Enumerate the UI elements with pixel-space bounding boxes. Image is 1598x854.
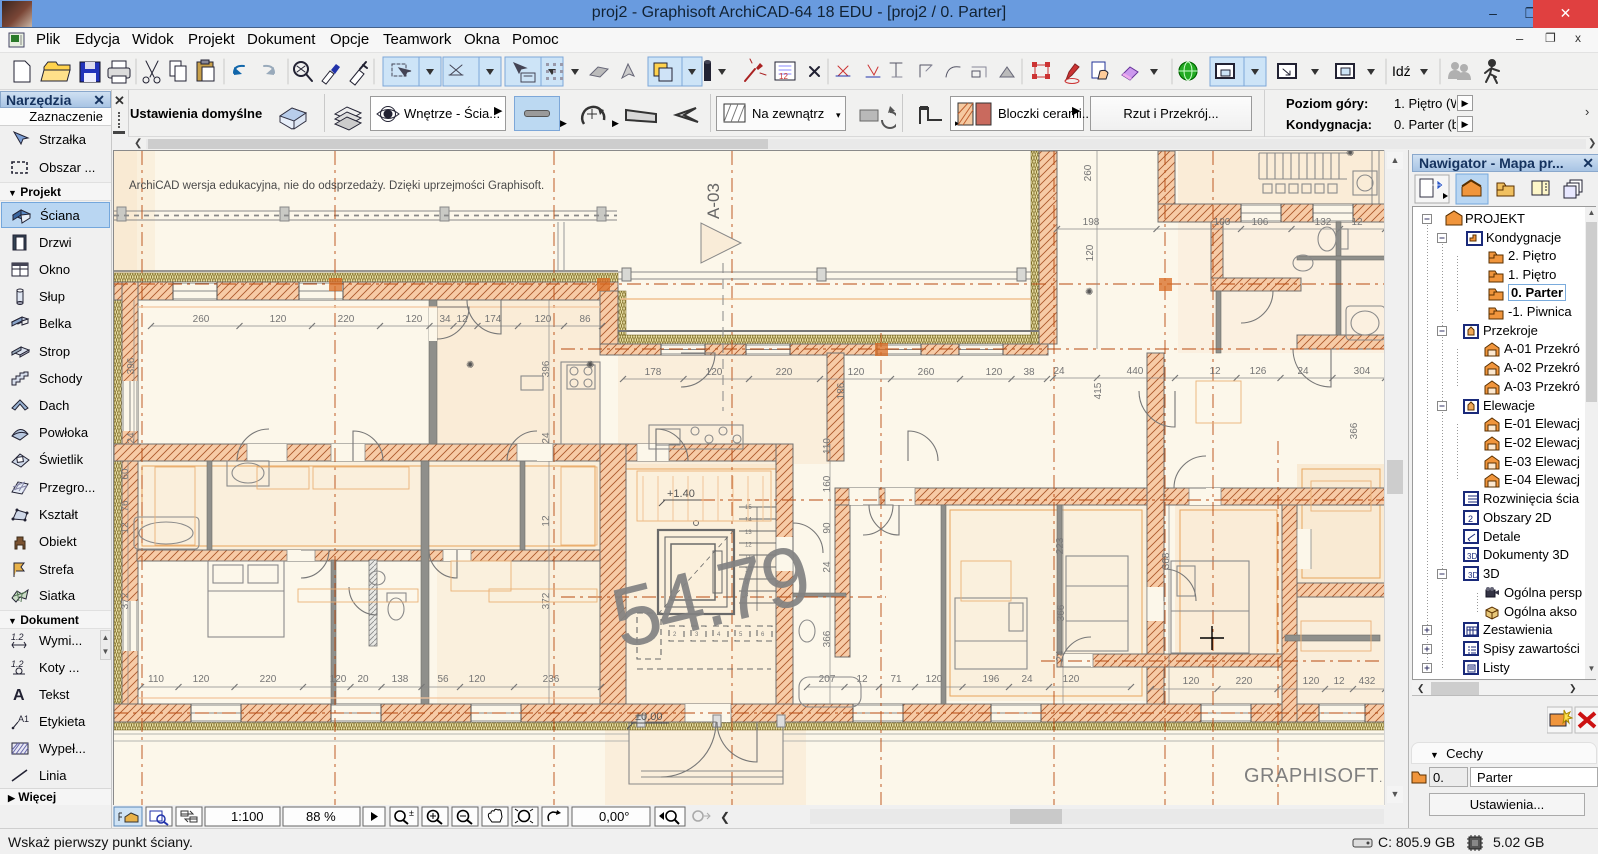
svg-text:260: 260: [193, 314, 210, 325]
svg-text:120: 120: [270, 314, 287, 325]
svg-text:24: 24: [541, 432, 552, 444]
svg-text:12: 12: [1333, 676, 1345, 687]
svg-text:✺: ✺: [1085, 287, 1093, 298]
svg-text:132: 132: [1315, 217, 1332, 228]
svg-text:366: 366: [1349, 422, 1360, 439]
svg-text:372: 372: [541, 592, 552, 609]
svg-text:110: 110: [148, 674, 164, 685]
svg-text:38: 38: [1023, 367, 1035, 378]
svg-text:120: 120: [706, 367, 723, 378]
svg-text:120: 120: [986, 367, 1003, 378]
svg-text:396: 396: [541, 360, 552, 377]
svg-text:13: 13: [745, 530, 752, 536]
svg-text:88 %: 88 %: [306, 809, 336, 824]
svg-text:368: 368: [1161, 552, 1172, 569]
svg-text:✺: ✺: [466, 360, 474, 371]
svg-text:✺: ✺: [1346, 151, 1354, 159]
svg-text:138: 138: [392, 674, 409, 685]
svg-text:110: 110: [822, 438, 833, 454]
svg-text:207: 207: [819, 674, 836, 685]
svg-text:0,00°: 0,00°: [599, 809, 630, 824]
svg-text:100: 100: [1214, 217, 1231, 228]
svg-text:24: 24: [822, 561, 833, 573]
svg-text:24: 24: [1055, 650, 1066, 662]
svg-text:120: 120: [193, 674, 210, 685]
svg-text:34: 34: [439, 314, 451, 325]
svg-text:126: 126: [1250, 366, 1267, 377]
svg-text:12: 12: [779, 72, 788, 81]
svg-text:A-03: A-03: [704, 183, 723, 219]
svg-text:260: 260: [1083, 164, 1094, 181]
svg-text:220: 220: [776, 367, 793, 378]
svg-text:220: 220: [1236, 676, 1253, 687]
svg-text:56: 56: [437, 674, 449, 685]
svg-text:+1.40: +1.40: [667, 488, 695, 500]
svg-text:396: 396: [126, 357, 137, 374]
svg-text:120: 120: [926, 674, 943, 685]
svg-text:60: 60: [120, 468, 131, 480]
svg-text:106: 106: [1252, 217, 1269, 228]
svg-text:440: 440: [1127, 366, 1144, 377]
svg-text:20: 20: [357, 674, 369, 685]
svg-text:24: 24: [1053, 366, 1065, 377]
svg-text:Idź: Idź: [1392, 63, 1411, 79]
svg-text:A1: A1: [18, 714, 29, 724]
svg-text:14: 14: [745, 518, 752, 524]
svg-text:120: 120: [406, 314, 423, 325]
svg-text:260: 260: [918, 367, 935, 378]
svg-text:A: A: [13, 687, 25, 704]
svg-text:178: 178: [645, 367, 662, 378]
svg-text:±: ±: [409, 808, 414, 818]
svg-text:120: 120: [469, 674, 486, 685]
svg-text:3D: 3D: [1467, 552, 1477, 561]
svg-text:120: 120: [1085, 244, 1096, 261]
svg-text:220: 220: [338, 314, 355, 325]
svg-text:1:100: 1:100: [231, 809, 264, 824]
svg-text:ArchiCAD wersja edukacyjna, ni: ArchiCAD wersja edukacyjna, nie do odspr…: [129, 180, 544, 192]
svg-text:3D: 3D: [1468, 571, 1478, 580]
svg-text:15: 15: [745, 505, 752, 511]
svg-text:415: 415: [1093, 382, 1104, 399]
svg-text:±0.00: ±0.00: [635, 711, 662, 723]
svg-text:24: 24: [126, 432, 137, 444]
svg-text:372: 372: [120, 592, 131, 609]
svg-text:❮: ❮: [720, 810, 730, 824]
svg-text:90: 90: [822, 522, 833, 534]
svg-text:432: 432: [1359, 676, 1376, 687]
svg-text:2: 2: [1468, 514, 1473, 524]
svg-text:76: 76: [120, 500, 131, 512]
svg-text:86: 86: [579, 314, 591, 325]
svg-text:120: 120: [1063, 674, 1080, 685]
svg-text:1.2: 1.2: [11, 632, 24, 642]
svg-text:120: 120: [1183, 676, 1200, 687]
svg-text:160: 160: [822, 475, 833, 492]
svg-text:304: 304: [1354, 366, 1371, 377]
svg-text:✺: ✺: [586, 360, 594, 371]
svg-text:120: 120: [848, 367, 865, 378]
svg-text:366: 366: [822, 630, 833, 647]
svg-text:GRAPHISOFT.: GRAPHISOFT.: [1244, 765, 1383, 787]
svg-text:220: 220: [260, 674, 277, 685]
svg-text:120: 120: [1303, 676, 1320, 687]
svg-text:174: 174: [485, 314, 502, 325]
svg-text:12: 12: [1351, 217, 1363, 228]
svg-text:186: 186: [836, 382, 847, 399]
svg-text:12: 12: [541, 515, 552, 527]
svg-text:1.2: 1.2: [11, 659, 24, 669]
svg-text:71: 71: [890, 674, 902, 685]
svg-text:12: 12: [120, 522, 131, 534]
svg-text:12: 12: [1209, 366, 1221, 377]
svg-text:120: 120: [330, 674, 347, 685]
svg-text:366: 366: [1056, 604, 1067, 621]
svg-text:223: 223: [1055, 537, 1066, 554]
svg-text:196: 196: [983, 674, 1000, 685]
svg-text:236: 236: [543, 674, 560, 685]
svg-text:24: 24: [1021, 674, 1033, 685]
